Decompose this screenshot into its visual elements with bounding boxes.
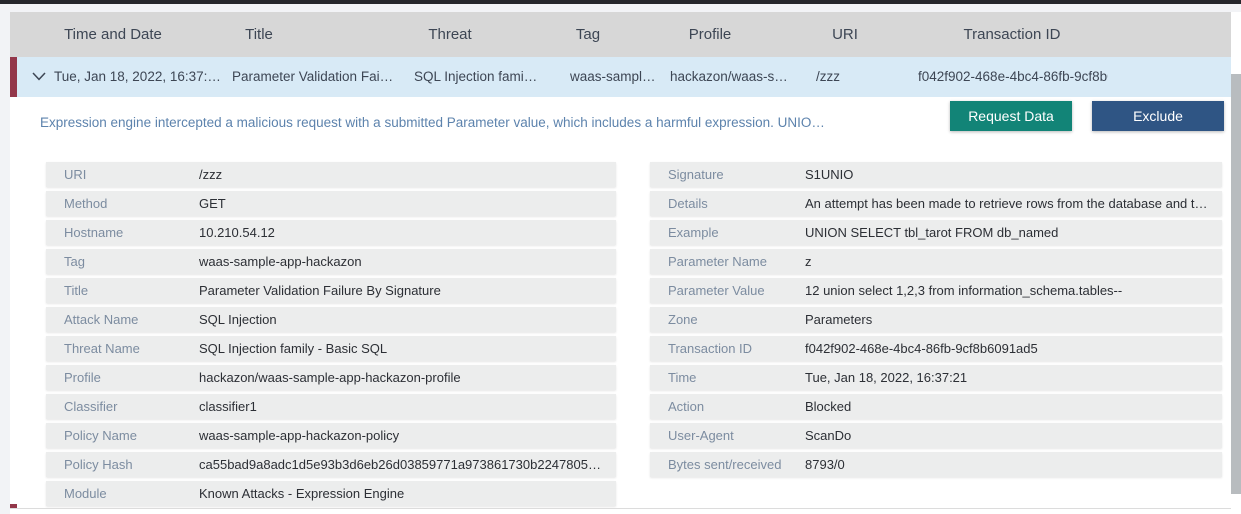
cell-tag: waas-sampl… [570, 69, 656, 84]
detail-field-label: Title [64, 283, 89, 298]
detail-field-value: classifier1 [199, 399, 257, 414]
cell-uri: /zzz [816, 69, 841, 84]
chevron-down-icon[interactable] [28, 57, 50, 97]
detail-field-row: Parameter Name z [650, 249, 1222, 274]
detail-field-label: Example [668, 225, 719, 240]
detail-field-value: 10.210.54.12 [199, 225, 275, 240]
detail-field-label: Attack Name [64, 312, 139, 327]
detail-field-label: Hostname [64, 225, 124, 240]
event-row-selected[interactable]: Tue, Jan 18, 2022, 16:37:… Parameter Val… [10, 57, 1231, 97]
detail-field-value: GET [199, 196, 226, 211]
detail-field-row: Zone Parameters [650, 307, 1222, 332]
detail-field-value: Blocked [805, 399, 852, 414]
detail-field-value: 8793/0 [805, 457, 845, 472]
vertical-scrollbar-track[interactable] [1231, 12, 1241, 514]
detail-field-value: f042f902-468e-4bc4-86fb-9cf8b6091ad5 [805, 341, 1038, 356]
detail-field-row: Details An attempt has been made to retri… [650, 191, 1222, 216]
detail-field-label: Parameter Value [668, 283, 765, 298]
detail-field-label: Parameter Name [668, 254, 767, 269]
detail-field-label: Policy Name [64, 428, 137, 443]
grid-column-header[interactable]: Title [200, 12, 318, 57]
detail-field-row: Hostname 10.210.54.12 [46, 220, 616, 245]
detail-field-label: Zone [668, 312, 698, 327]
detail-field-label: Action [668, 399, 705, 414]
detail-field-label: Module [64, 486, 107, 501]
cell-title: Parameter Validation Fai… [232, 69, 394, 84]
detail-field-value: waas-sample-app-hackazon-policy [199, 428, 400, 443]
detail-field-label: Bytes sent/received [668, 457, 782, 472]
detail-field-value: z [805, 254, 812, 269]
vertical-scrollbar-thumb[interactable] [1231, 74, 1241, 494]
grid-column-header[interactable]: Time and Date [32, 12, 194, 57]
detail-table-right: Signature S1UNIO Details An attempt has bee… [650, 162, 1222, 481]
detail-field-row: Title Parameter Validation Failure By Sig… [46, 278, 616, 303]
detail-description-bar: Expression engine intercepted a maliciou… [10, 97, 1231, 155]
detail-field-row: Signature S1UNIO [650, 162, 1222, 187]
detail-table-left: URI/zzz Method GET Hostname 10.210.54.12 Tag w… [46, 162, 616, 510]
detail-field-row: Attack Name SQL Injection [46, 307, 616, 332]
detail-field-value: SQL Injection [199, 312, 277, 327]
detail-field-label: Classifier [64, 399, 118, 414]
detail-field-row: Tag waas-sample-app-hackazon [46, 249, 616, 274]
detail-field-label: Threat Name [64, 341, 140, 356]
detail-field-row: Parameter Value 12 union select 1,2,3 fro… [650, 278, 1222, 303]
detail-field-row: Profile hackazon/waas-sample-app-hackazon… [46, 365, 616, 390]
detail-field-row: Method GET [46, 191, 616, 216]
cell-time-and-date: Tue, Jan 18, 2022, 16:37:… [54, 69, 221, 84]
cell-threat: SQL Injection fami… [414, 69, 538, 84]
detail-field-value: Tue, Jan 18, 2022, 16:37:21 [805, 370, 968, 385]
exclude-button[interactable]: Exclude [1092, 101, 1224, 131]
detail-field-label: Transaction ID [668, 341, 753, 356]
grid-column-header[interactable]: URI [810, 12, 880, 57]
grid-header-row: Time and Date Title Threat Tag Profile URI Tra… [10, 12, 1231, 57]
detail-field-row: URI/zzz [46, 162, 616, 187]
detail-field-value: Parameters [805, 312, 873, 327]
detail-field-value: /zzz [199, 167, 223, 182]
detail-field-row: Example UNION SELECT tbl_tarot FROM db_na… [650, 220, 1222, 245]
detail-field-label: Profile [64, 370, 101, 385]
detail-field-value: ScanDo [805, 428, 852, 443]
page-background: Time and Date Title Threat Tag Profile URI Tra… [0, 4, 1241, 514]
detail-field-label: Method [64, 196, 108, 211]
detail-field-row: Policy Hash ca55bad9a8adc1d5e93b3d6eb26d0… [46, 452, 616, 477]
request-data-button[interactable]: Request Data [950, 101, 1072, 131]
row-severity-accent [10, 57, 17, 97]
detail-field-row: Action Blocked [650, 394, 1222, 419]
detail-field-row: Transaction ID f042f902-468e-4bc4-86fb-9c… [650, 336, 1222, 361]
detail-field-label: User-Agent [668, 428, 734, 443]
detail-field-value: An attempt has been made to retrieve row… [805, 196, 1208, 211]
detail-field-row: Policy Name waas-sample-app-hackazon-poli… [46, 423, 616, 448]
detail-field-row: User-Agent ScanDo [650, 423, 1222, 448]
event-description-text: Expression engine intercepted a maliciou… [40, 115, 825, 130]
cell-transaction-id: f042f902-468e-4bc4-86fb-9cf8b6091ad5 [918, 69, 1108, 84]
detail-field-row: Bytes sent/received 8793/0 [650, 452, 1222, 477]
detail-field-label: Signature [668, 167, 724, 182]
detail-field-label: Time [668, 370, 697, 385]
detail-field-row: Module Known Attacks - Expression Engine [46, 481, 616, 506]
detail-field-value: Parameter Validation Failure By Signatur… [199, 283, 441, 298]
detail-field-label: Tag [64, 254, 85, 269]
detail-field-value: SQL Injection family - Basic SQL [199, 341, 388, 356]
detail-field-value: S1UNIO [805, 167, 854, 182]
detail-field-label: Details [668, 196, 708, 211]
detail-field-label: Policy Hash [64, 457, 133, 472]
events-panel: Time and Date Title Threat Tag Profile URI Tra… [10, 12, 1241, 514]
grid-column-header[interactable]: Tag [550, 12, 626, 57]
detail-field-value: hackazon/waas-sample-app-hackazon-profil… [199, 370, 461, 385]
detail-field-label: URI [64, 167, 87, 182]
grid-column-header[interactable]: Profile [658, 12, 762, 57]
detail-field-value: 12 union select 1,2,3 from information_s… [805, 283, 1123, 298]
cell-profile: hackazon/waas-s… [670, 69, 788, 84]
detail-field-value: UNION SELECT tbl_tarot FROM db_named [805, 225, 1059, 240]
detail-field-row: Threat Name SQL Injection family - Basic … [46, 336, 616, 361]
detail-field-value: ca55bad9a8adc1d5e93b3d6eb26d03859771a973… [199, 457, 601, 472]
grid-column-header[interactable]: Transaction ID [918, 12, 1106, 57]
detail-field-value: waas-sample-app-hackazon [199, 254, 362, 269]
detail-field-row: Time Tue, Jan 18, 2022, 16:37:21 [650, 365, 1222, 390]
grid-column-header[interactable]: Threat [390, 12, 510, 57]
detail-field-row: Classifier classifier1 [46, 394, 616, 419]
detail-field-value: Known Attacks - Expression Engine [199, 486, 405, 501]
panel-bottom-divider [10, 508, 1231, 509]
